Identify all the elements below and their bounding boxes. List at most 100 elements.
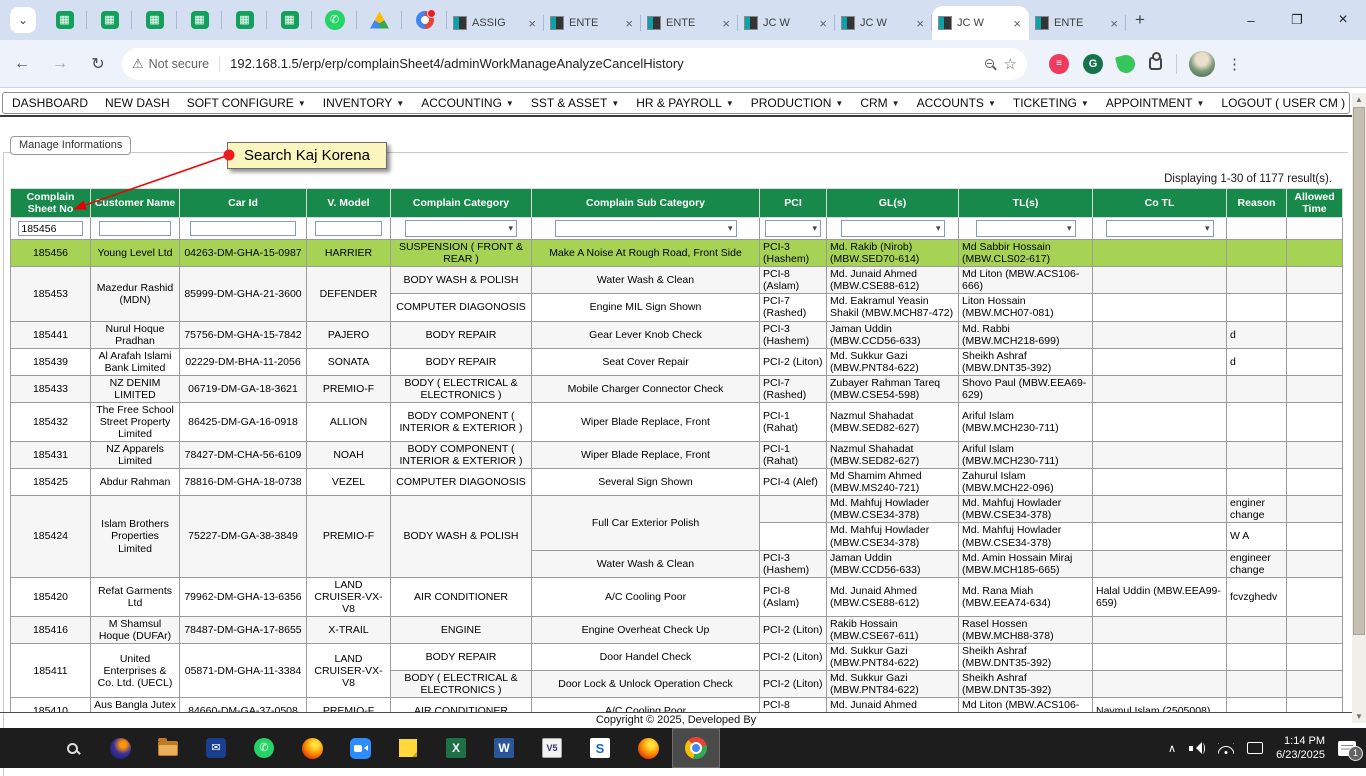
address-bar[interactable]: ⚠ Not secure 192.168.1.5/erp/erp/complai… [122, 48, 1027, 80]
filter-input-car[interactable] [190, 221, 296, 236]
taskbar-firefox-button[interactable] [624, 728, 672, 768]
sheets-pinned-tab[interactable]: ▦ [42, 0, 87, 40]
reload-button[interactable]: ↻ [82, 48, 114, 80]
colorful-pinned-tab[interactable] [402, 0, 447, 40]
profile-avatar[interactable] [1189, 51, 1215, 77]
zoom-page-icon[interactable] [985, 55, 994, 72]
nav-item-inventory[interactable]: INVENTORY▼ [323, 96, 405, 110]
browser-tab[interactable]: JC W× [835, 6, 932, 40]
minimize-button[interactable]: – [1228, 0, 1274, 40]
taskbar-mail-button[interactable]: ✉ [192, 728, 240, 768]
tab-close-icon[interactable]: × [526, 16, 538, 31]
scroll-down-arrow-icon[interactable]: ▼ [1352, 710, 1366, 723]
site-security-chip[interactable]: ⚠ Not secure [132, 56, 220, 72]
nav-item-accounting[interactable]: ACCOUNTING▼ [421, 96, 514, 110]
browser-tab[interactable]: ASSIG× [447, 6, 544, 40]
nav-item-sst-asset[interactable]: SST & ASSET▼ [531, 96, 619, 110]
new-tab-button[interactable]: + [1126, 6, 1154, 34]
taskbar-sapp-button[interactable]: S [576, 728, 624, 768]
column-header-model[interactable]: V. Model [307, 189, 391, 218]
column-header-subcategory[interactable]: Complain Sub Category [532, 189, 760, 218]
taskbar-whatsapp-button[interactable]: ✆ [240, 728, 288, 768]
tab-close-icon[interactable]: × [817, 16, 829, 31]
scroll-up-arrow-icon[interactable]: ▲ [1352, 93, 1366, 106]
nav-item-logout-user-cm[interactable]: LOGOUT ( USER CM ) [1221, 96, 1345, 110]
column-header-pci[interactable]: PCI [760, 189, 827, 218]
filter-select-pci[interactable]: ▾ [765, 220, 821, 237]
taskbar-excel-button[interactable]: X [432, 728, 480, 768]
forward-button[interactable]: → [44, 48, 76, 80]
nav-item-appointment[interactable]: APPOINTMENT▼ [1106, 96, 1205, 110]
filter-select-subcategory[interactable]: ▾ [555, 220, 737, 237]
tab-close-icon[interactable]: × [623, 16, 635, 31]
nav-item-hr-payroll[interactable]: HR & PAYROLL▼ [636, 96, 734, 110]
sheets-pinned-tab[interactable]: ▦ [132, 0, 177, 40]
sheets-pinned-tab[interactable]: ▦ [222, 0, 267, 40]
action-center-icon[interactable]: 1 [1338, 741, 1356, 756]
taskbar-word-button[interactable]: W [480, 728, 528, 768]
browser-tab[interactable]: ENTE× [641, 6, 738, 40]
hidden-icons-chevron-icon[interactable]: ∧ [1168, 742, 1176, 755]
column-header-allowed[interactable]: Allowed Time [1287, 189, 1343, 218]
browser-tab[interactable]: JC W× [932, 6, 1029, 40]
column-header-category[interactable]: Complain Category [391, 189, 532, 218]
column-header-gl[interactable]: GL(s) [827, 189, 959, 218]
taskbar-zoom-button[interactable] [336, 728, 384, 768]
browser-tab[interactable]: ENTE× [544, 6, 641, 40]
sheets-pinned-tab[interactable]: ▦ [87, 0, 132, 40]
extensions-puzzle-icon[interactable] [1149, 57, 1162, 70]
tab-close-icon[interactable]: × [1011, 16, 1023, 31]
red-badge-extension-icon[interactable]: ≡ [1049, 54, 1069, 74]
taskbar-folder-button[interactable] [144, 728, 192, 768]
column-header-car[interactable]: Car Id [180, 189, 307, 218]
g-extension-icon[interactable]: G [1083, 54, 1103, 74]
browser-menu-icon[interactable]: ⋮ [1227, 55, 1242, 73]
leaf-extension-icon[interactable] [1115, 52, 1137, 74]
column-header-customer[interactable]: Customer Name [91, 189, 180, 218]
filter-select-tl[interactable]: ▾ [976, 220, 1076, 237]
whatsapp-pinned-tab[interactable]: ✆ [312, 0, 357, 40]
nav-item-ticketing[interactable]: TICKETING▼ [1013, 96, 1089, 110]
tab-close-icon[interactable]: × [1108, 16, 1120, 31]
bookmark-star-icon[interactable]: ☆ [1004, 55, 1017, 73]
taskbar-firefox-button[interactable] [288, 728, 336, 768]
filter-select-gl[interactable]: ▾ [841, 220, 945, 237]
column-header-cotl[interactable]: Co TL [1093, 189, 1227, 218]
filter-input-customer[interactable] [99, 221, 171, 236]
nav-item-new-dash[interactable]: NEW DASH [105, 96, 170, 110]
nav-item-crm[interactable]: CRM▼ [860, 96, 899, 110]
sheets-pinned-tab[interactable]: ▦ [177, 0, 222, 40]
wifi-icon[interactable] [1218, 743, 1234, 754]
tab-search-button[interactable]: ⌄ [10, 7, 36, 33]
browser-tab[interactable]: JC W× [738, 6, 835, 40]
taskbar-sticky-button[interactable] [384, 728, 432, 768]
volume-icon[interactable] [1189, 742, 1205, 755]
filter-select-cotl[interactable]: ▾ [1106, 220, 1214, 237]
column-header-tl[interactable]: TL(s) [959, 189, 1093, 218]
column-header-sheet[interactable]: Complain Sheet No [11, 189, 91, 218]
taskbar-win-button[interactable] [0, 728, 48, 768]
close-button[interactable]: × [1320, 0, 1366, 40]
sheets-pinned-tab[interactable]: ▦ [267, 0, 312, 40]
tab-close-icon[interactable]: × [914, 16, 926, 31]
page-scrollbar[interactable]: ▲ ▼ [1352, 93, 1366, 723]
back-button[interactable]: ← [6, 48, 38, 80]
taskbar-ffnightly-button[interactable] [96, 728, 144, 768]
taskbar-clock[interactable]: 1:14 PM 6/23/2025 [1276, 734, 1325, 763]
display-connect-icon[interactable] [1247, 742, 1263, 754]
nav-item-accounts[interactable]: ACCOUNTS▼ [917, 96, 996, 110]
maximize-button[interactable]: ❐ [1274, 0, 1320, 40]
filter-select-category[interactable]: ▾ [405, 220, 517, 237]
nav-item-dashboard[interactable]: DASHBOARD [12, 96, 88, 110]
nav-item-soft-configure[interactable]: SOFT CONFIGURE▼ [187, 96, 306, 110]
column-header-reason[interactable]: Reason [1227, 189, 1287, 218]
nav-item-production[interactable]: PRODUCTION▼ [751, 96, 844, 110]
taskbar-search-button[interactable] [48, 728, 96, 768]
browser-tab[interactable]: ENTE× [1029, 6, 1126, 40]
tab-close-icon[interactable]: × [720, 16, 732, 31]
taskbar-v5-button[interactable]: V5 [528, 728, 576, 768]
taskbar-chrome-button[interactable] [672, 728, 720, 768]
filter-input-model[interactable] [315, 221, 383, 236]
filter-input-sheet[interactable] [18, 221, 82, 236]
drive-pinned-tab[interactable] [357, 0, 402, 40]
